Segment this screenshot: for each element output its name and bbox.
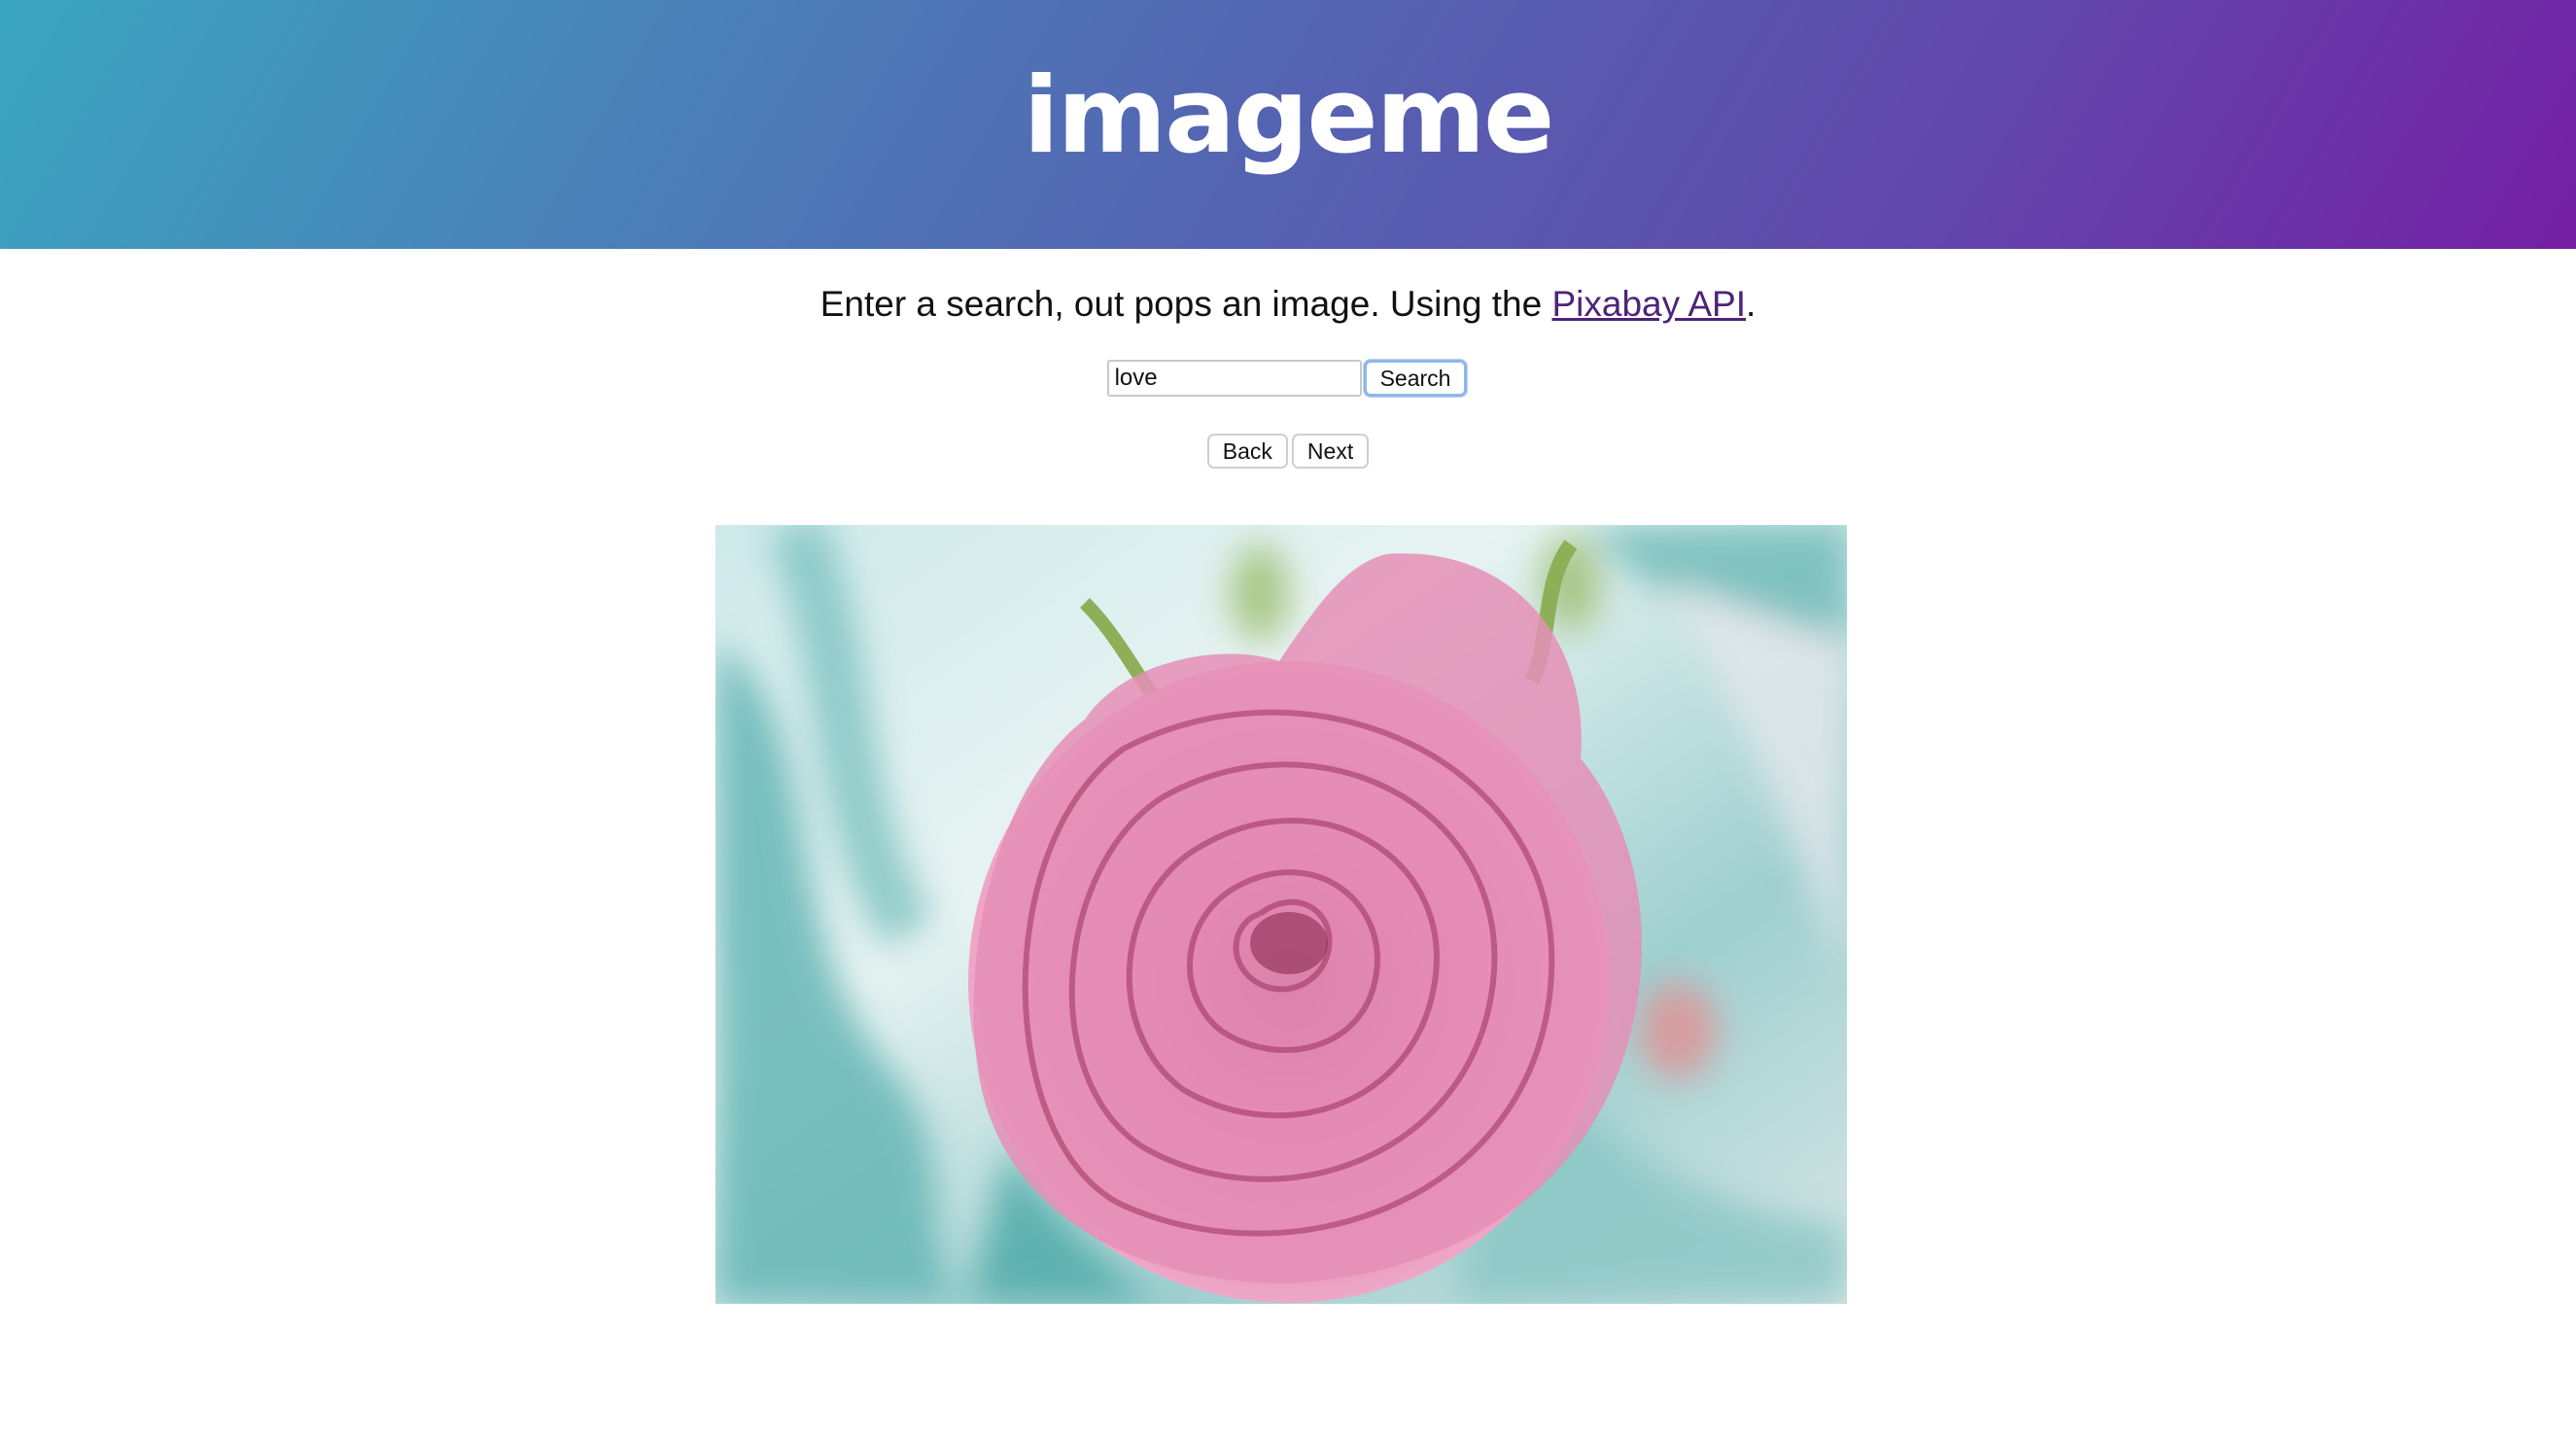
result-image	[715, 525, 1847, 1304]
pixabay-api-link[interactable]: Pixabay API	[1551, 284, 1746, 324]
search-input[interactable]	[1106, 360, 1362, 397]
next-button[interactable]: Next	[1291, 434, 1370, 469]
search-form: Search	[0, 360, 2576, 397]
intro-text-before: Enter a search, out pops an image. Using…	[819, 284, 1552, 324]
search-button[interactable]: Search	[1363, 360, 1468, 397]
header-banner: imageme	[0, 0, 2576, 249]
intro-text-after: .	[1746, 284, 1757, 324]
site-logo: imageme	[1023, 55, 1555, 177]
rose-photo-icon	[715, 525, 1847, 1304]
intro-text: Enter a search, out pops an image. Using…	[0, 280, 2576, 329]
back-button[interactable]: Back	[1206, 434, 1288, 469]
pagination-controls: Back Next	[0, 434, 2576, 469]
